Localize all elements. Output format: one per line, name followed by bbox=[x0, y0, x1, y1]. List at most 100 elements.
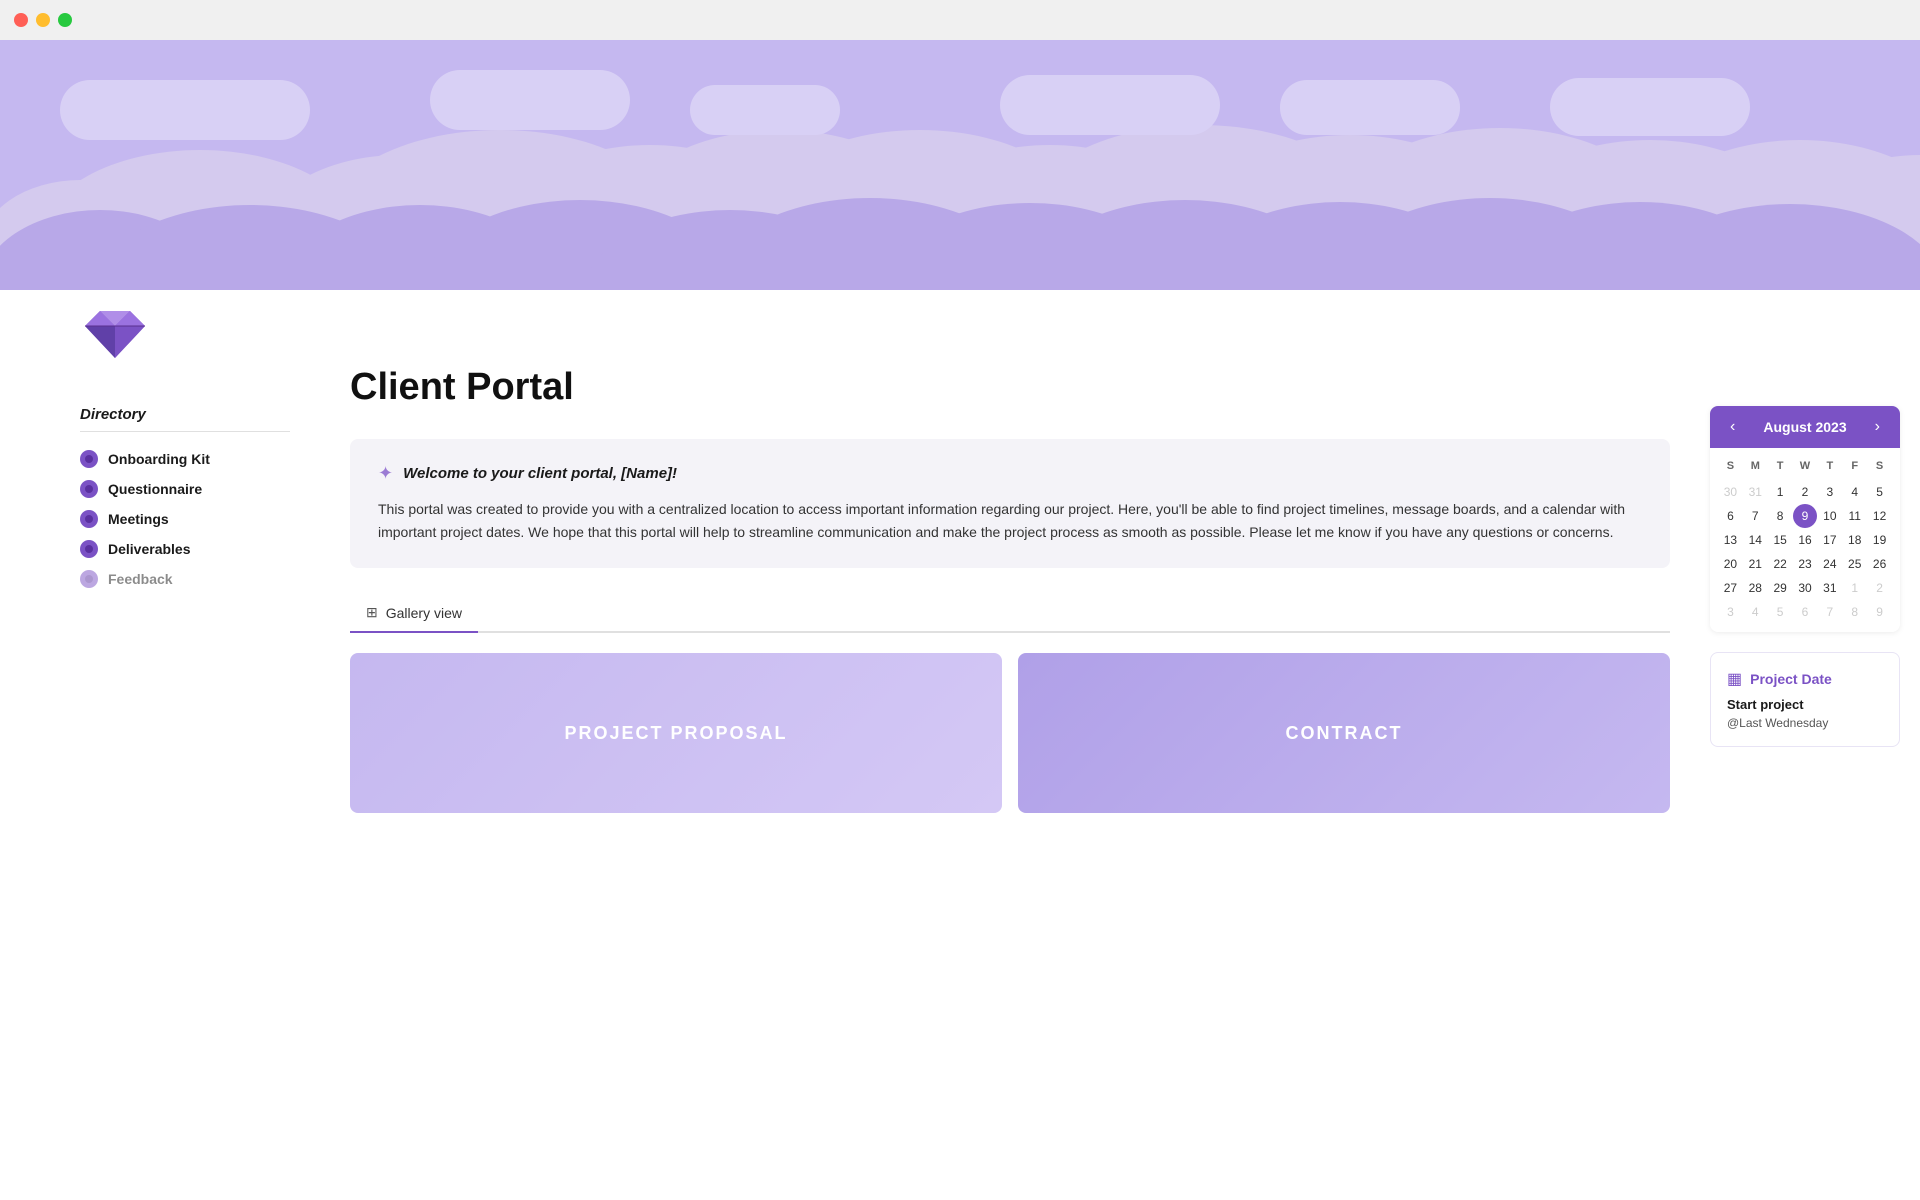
card-contract-label: CONTRACT bbox=[1286, 723, 1403, 744]
calendar-day[interactable]: 4 bbox=[1743, 600, 1768, 624]
calendar-day[interactable]: 10 bbox=[1817, 504, 1842, 528]
directory-item-label: Onboarding Kit bbox=[108, 451, 210, 467]
calendar-day[interactable]: 5 bbox=[1768, 600, 1793, 624]
calendar-day[interactable]: 31 bbox=[1743, 480, 1768, 504]
maximize-button[interactable] bbox=[58, 13, 72, 27]
dir-dot bbox=[80, 450, 98, 468]
calendar-day[interactable]: 7 bbox=[1743, 504, 1768, 528]
calendar: ‹ August 2023 › SMTWTFS 3031123456789101… bbox=[1710, 406, 1900, 632]
calendar-day-name: W bbox=[1793, 456, 1818, 476]
sun-icon: ✦ bbox=[378, 463, 393, 484]
project-date-value: @Last Wednesday bbox=[1727, 716, 1883, 730]
directory-item[interactable]: Deliverables bbox=[80, 534, 290, 564]
directory-item-label: Deliverables bbox=[108, 541, 191, 557]
calendar-day[interactable]: 13 bbox=[1718, 528, 1743, 552]
page-title: Client Portal bbox=[350, 366, 1670, 409]
directory-item[interactable]: Feedback bbox=[80, 564, 290, 594]
calendar-day[interactable]: 2 bbox=[1867, 576, 1892, 600]
dir-dot bbox=[80, 510, 98, 528]
directory-item[interactable]: Onboarding Kit bbox=[80, 444, 290, 474]
calendar-prev-button[interactable]: ‹ bbox=[1724, 416, 1741, 438]
directory-item-label: Meetings bbox=[108, 511, 169, 527]
diamond-icon bbox=[80, 306, 150, 361]
calendar-day[interactable]: 30 bbox=[1793, 576, 1818, 600]
sidebar: Directory Onboarding Kit Questionnaire M… bbox=[0, 366, 320, 813]
calendar-day[interactable]: 9 bbox=[1867, 600, 1892, 624]
calendar-day[interactable]: 6 bbox=[1793, 600, 1818, 624]
calendar-day[interactable]: 3 bbox=[1817, 480, 1842, 504]
page: Directory Onboarding Kit Questionnaire M… bbox=[0, 40, 1920, 853]
calendar-header: ‹ August 2023 › bbox=[1710, 406, 1900, 448]
directory-item[interactable]: Questionnaire bbox=[80, 474, 290, 504]
calendar-day[interactable]: 18 bbox=[1842, 528, 1867, 552]
calendar-day[interactable]: 30 bbox=[1718, 480, 1743, 504]
gallery-tab-label: Gallery view bbox=[386, 605, 462, 621]
dir-dot bbox=[80, 540, 98, 558]
hero-wrapper bbox=[0, 40, 1920, 366]
calendar-day-name: F bbox=[1842, 456, 1867, 476]
calendar-small-icon: ▦ bbox=[1727, 669, 1742, 689]
calendar-day[interactable]: 7 bbox=[1817, 600, 1842, 624]
calendar-day[interactable]: 4 bbox=[1842, 480, 1867, 504]
calendar-day[interactable]: 14 bbox=[1743, 528, 1768, 552]
calendar-day[interactable]: 9 bbox=[1793, 504, 1817, 528]
directory-item[interactable]: Meetings bbox=[80, 504, 290, 534]
calendar-day-name: T bbox=[1817, 456, 1842, 476]
calendar-day[interactable]: 24 bbox=[1817, 552, 1842, 576]
directory-item-label: Questionnaire bbox=[108, 481, 202, 497]
calendar-day[interactable]: 20 bbox=[1718, 552, 1743, 576]
calendar-day-name: T bbox=[1768, 456, 1793, 476]
calendar-day[interactable]: 26 bbox=[1867, 552, 1892, 576]
directory-item-label: Feedback bbox=[108, 571, 173, 587]
calendar-day[interactable]: 5 bbox=[1867, 480, 1892, 504]
hero-banner bbox=[0, 40, 1920, 290]
window-chrome bbox=[0, 0, 1920, 40]
calendar-day[interactable]: 1 bbox=[1768, 480, 1793, 504]
gallery-card-proposal[interactable]: PROJECT PROPOSAL bbox=[350, 653, 1002, 813]
calendar-day[interactable]: 8 bbox=[1842, 600, 1867, 624]
calendar-day[interactable]: 25 bbox=[1842, 552, 1867, 576]
calendar-day[interactable]: 12 bbox=[1867, 504, 1892, 528]
calendar-day[interactable]: 23 bbox=[1793, 552, 1818, 576]
calendar-next-button[interactable]: › bbox=[1869, 416, 1886, 438]
calendar-day[interactable]: 3 bbox=[1718, 600, 1743, 624]
calendar-day[interactable]: 17 bbox=[1817, 528, 1842, 552]
calendar-day[interactable]: 8 bbox=[1768, 504, 1793, 528]
project-date-header: ▦ Project Date bbox=[1727, 669, 1883, 689]
gallery-tab-bar: ⊞ Gallery view bbox=[350, 596, 1670, 633]
welcome-box: ✦ Welcome to your client portal, [Name]!… bbox=[350, 439, 1670, 568]
welcome-body: This portal was created to provide you w… bbox=[378, 498, 1642, 544]
calendar-day-name: S bbox=[1867, 456, 1892, 476]
minimize-button[interactable] bbox=[36, 13, 50, 27]
project-date-panel: ▦ Project Date Start project @Last Wedne… bbox=[1710, 652, 1900, 747]
right-panel: ‹ August 2023 › SMTWTFS 3031123456789101… bbox=[1700, 366, 1920, 813]
calendar-day[interactable]: 21 bbox=[1743, 552, 1768, 576]
calendar-day[interactable]: 1 bbox=[1842, 576, 1867, 600]
calendar-day[interactable]: 28 bbox=[1743, 576, 1768, 600]
dir-dot bbox=[80, 570, 98, 588]
welcome-title: Welcome to your client portal, [Name]! bbox=[403, 465, 677, 482]
calendar-day[interactable]: 2 bbox=[1793, 480, 1818, 504]
calendar-day[interactable]: 15 bbox=[1768, 528, 1793, 552]
gallery-grid: PROJECT PROPOSAL CONTRACT bbox=[350, 653, 1670, 813]
calendar-day[interactable]: 19 bbox=[1867, 528, 1892, 552]
directory-list: Onboarding Kit Questionnaire Meetings De… bbox=[80, 444, 290, 594]
project-date-label: Start project bbox=[1727, 697, 1883, 712]
main-layout: Directory Onboarding Kit Questionnaire M… bbox=[0, 366, 1920, 853]
calendar-day[interactable]: 6 bbox=[1718, 504, 1743, 528]
calendar-day[interactable]: 11 bbox=[1842, 504, 1867, 528]
gallery-view-tab[interactable]: ⊞ Gallery view bbox=[350, 596, 478, 633]
calendar-day-name: M bbox=[1743, 456, 1768, 476]
calendar-day[interactable]: 16 bbox=[1793, 528, 1818, 552]
close-button[interactable] bbox=[14, 13, 28, 27]
gallery-card-contract[interactable]: CONTRACT bbox=[1018, 653, 1670, 813]
calendar-grid: SMTWTFS 30311234567891011121314151617181… bbox=[1710, 448, 1900, 632]
card-proposal-label: PROJECT PROPOSAL bbox=[564, 723, 787, 744]
calendar-days-header: SMTWTFS bbox=[1718, 456, 1892, 476]
calendar-day[interactable]: 29 bbox=[1768, 576, 1793, 600]
calendar-day[interactable]: 22 bbox=[1768, 552, 1793, 576]
welcome-header: ✦ Welcome to your client portal, [Name]! bbox=[378, 463, 1642, 484]
calendar-day[interactable]: 31 bbox=[1817, 576, 1842, 600]
calendar-day[interactable]: 27 bbox=[1718, 576, 1743, 600]
calendar-days[interactable]: 3031123456789101112131415161718192021222… bbox=[1718, 480, 1892, 624]
